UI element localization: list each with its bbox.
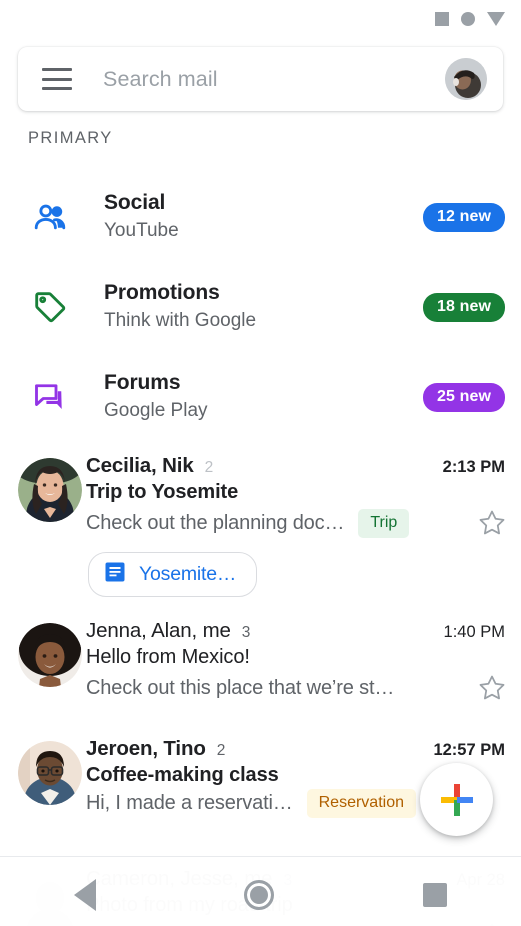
mail-label-chip[interactable]: Reservation xyxy=(306,789,416,818)
tag-icon xyxy=(14,288,86,326)
status-bar xyxy=(0,0,521,38)
mail-thread-row[interactable]: Jenna, Alan, me 3 1:40 PM Hello from Mex… xyxy=(0,609,521,725)
circle-icon xyxy=(461,12,475,26)
category-text-social: Social YouTube xyxy=(86,189,423,244)
mail-snippet-line: Check out the planning doc… Trip xyxy=(86,506,509,540)
triangle-down-icon xyxy=(487,12,505,26)
avatar-column xyxy=(0,727,86,849)
jenna-avatar-image xyxy=(18,623,82,687)
square-icon xyxy=(435,12,449,26)
google-plus-compose-icon xyxy=(440,783,473,816)
compose-button[interactable] xyxy=(420,763,493,836)
mail-content: Jenna, Alan, me 3 1:40 PM Hello from Mex… xyxy=(86,609,521,725)
mail-thread-row[interactable]: Cecilia, Nik 2 2:13 PM Trip to Yosemite … xyxy=(0,444,521,609)
system-navigation-bar xyxy=(0,864,521,926)
mail-thread-count: 3 xyxy=(241,624,251,641)
people-icon xyxy=(14,199,86,235)
mail-subject: Trip to Yosemite xyxy=(86,481,239,503)
mail-thread-count: 2 xyxy=(216,742,226,759)
jenna-avatar[interactable] xyxy=(18,623,82,687)
category-text-forums: Forums Google Play xyxy=(86,369,423,424)
category-text-promotions: Promotions Think with Google xyxy=(86,279,423,334)
mail-timestamp: 2:13 PM xyxy=(442,458,505,476)
star-icon[interactable] xyxy=(475,671,509,705)
cecilia-avatar[interactable] xyxy=(18,458,82,522)
google-docs-icon xyxy=(103,560,127,589)
account-avatar[interactable] xyxy=(445,58,487,100)
mail-senders: Cecilia, Nik xyxy=(86,454,194,477)
section-header-primary: PRIMARY xyxy=(28,129,113,147)
back-triangle-icon[interactable] xyxy=(74,879,97,911)
category-subtitle: Think with Google xyxy=(104,309,257,331)
jeroen-avatar[interactable] xyxy=(18,741,82,805)
mail-content: Cecilia, Nik 2 2:13 PM Trip to Yosemite … xyxy=(86,444,521,609)
mail-senders: Jeroen, Tino xyxy=(86,737,206,760)
account-avatar-image xyxy=(445,58,487,100)
category-badge[interactable]: 12 new xyxy=(423,202,505,232)
star-icon[interactable] xyxy=(475,506,509,540)
avatar-column xyxy=(0,444,86,609)
mail-senders: Jenna, Alan, me xyxy=(86,619,231,642)
attachment-chip[interactable]: Yosemite… xyxy=(88,552,258,597)
category-subtitle: Google Play xyxy=(104,399,208,421)
mail-label-chip[interactable]: Trip xyxy=(358,508,410,538)
mail-header-line: Jeroen, Tino 2 12:57 PM xyxy=(86,737,509,761)
mail-thread-count: 2 xyxy=(204,459,214,476)
mail-timestamp: 12:57 PM xyxy=(433,741,505,759)
category-row-forums[interactable]: Forums Google Play 25 new xyxy=(0,352,521,442)
gmail-app-screen: Search mail PRIMARY Social YouTube 12 ne… xyxy=(0,0,521,926)
category-badge[interactable]: 25 new xyxy=(423,382,505,412)
jeroen-avatar-image xyxy=(18,741,82,805)
mail-header-line: Cecilia, Nik 2 2:13 PM xyxy=(86,454,509,478)
category-row-social[interactable]: Social YouTube 12 new xyxy=(0,172,521,262)
attachment-name: Yosemite… xyxy=(139,563,237,585)
forum-icon xyxy=(14,379,86,415)
cecilia-avatar-image xyxy=(18,458,82,522)
mail-snippet: Check out the planning doc… xyxy=(86,511,345,534)
avatar-column xyxy=(0,609,86,725)
mail-snippet: Hi, I made a reservati… xyxy=(86,792,293,814)
mail-subject: Hello from Mexico! xyxy=(86,646,250,668)
category-title: Promotions xyxy=(104,281,220,305)
search-input[interactable]: Search mail xyxy=(103,67,445,92)
mail-snippet: Check out this place that we’re st… xyxy=(86,676,395,699)
category-subtitle: YouTube xyxy=(104,219,179,241)
mail-timestamp: 1:40 PM xyxy=(443,623,505,641)
category-badge[interactable]: 18 new xyxy=(423,292,505,322)
category-title: Social xyxy=(104,191,166,215)
category-row-promotions[interactable]: Promotions Think with Google 18 new xyxy=(0,262,521,352)
search-bar[interactable]: Search mail xyxy=(18,47,503,111)
mail-header-line: Jenna, Alan, me 3 1:40 PM xyxy=(86,619,509,643)
mail-snippet-line: Check out this place that we’re st… xyxy=(86,671,509,705)
home-circle-icon[interactable] xyxy=(244,880,275,910)
recents-square-icon[interactable] xyxy=(422,883,447,907)
category-title: Forums xyxy=(104,371,181,395)
hamburger-menu-icon[interactable] xyxy=(42,68,72,90)
